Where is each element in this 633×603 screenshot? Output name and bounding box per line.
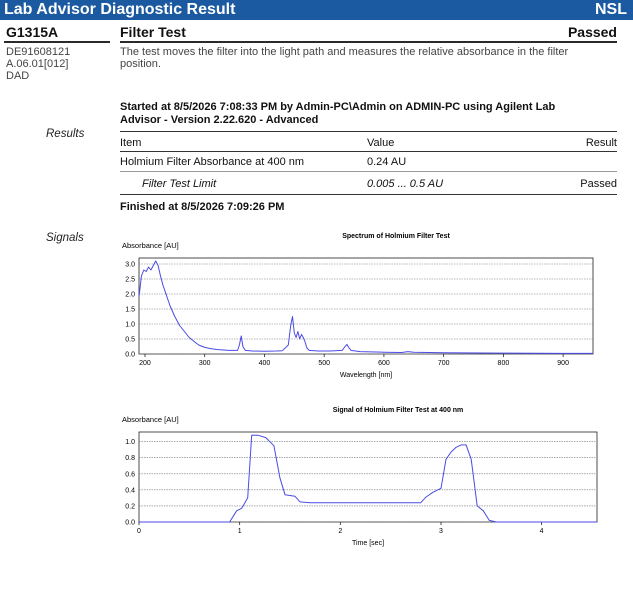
col-header-result: Result — [585, 137, 617, 149]
y-tick-label: 1.5 — [125, 307, 135, 314]
signals-section-label: Signals — [46, 232, 84, 244]
x-tick-label: 4 — [540, 528, 544, 535]
plot-frame — [138, 257, 594, 355]
y-tick-label: 0.0 — [125, 352, 135, 359]
x-tick-label: 900 — [557, 360, 569, 367]
y-tick-label: 0.4 — [125, 487, 135, 494]
module-serial: DE91608121 — [6, 46, 71, 58]
table-row-value: 0.24 AU — [367, 156, 407, 168]
test-rule — [120, 41, 617, 43]
results-section-label: Results — [46, 128, 85, 140]
y-tick-label: 0.8 — [125, 455, 135, 462]
x-axis-label: Wavelength [nm] — [340, 372, 392, 379]
test-name: Filter Test — [120, 24, 186, 40]
x-tick-label: 700 — [438, 360, 450, 367]
y-tick-label: 2.0 — [125, 292, 135, 299]
x-tick-label: 800 — [498, 360, 510, 367]
col-header-value: Value — [367, 137, 395, 149]
x-tick-label: 0 — [137, 528, 141, 535]
y-tick-label: 1.0 — [125, 322, 135, 329]
plot-frame — [138, 431, 598, 523]
y-tick-label: 3.0 — [125, 262, 135, 269]
x-tick-label: 3 — [439, 528, 443, 535]
y-tick-label: 0.0 — [125, 520, 135, 527]
series-line — [139, 434, 597, 523]
y-tick-label: 0.5 — [125, 337, 135, 344]
run-started: Started at 8/5/2026 7:08:33 PM by Admin-… — [120, 101, 556, 126]
signal-chart: Signal of Holmium Filter Test at 400 nm A… — [122, 407, 598, 547]
report-title: Lab Advisor Diagnostic Result — [4, 1, 236, 18]
y-tick-label: 0.2 — [125, 503, 135, 510]
x-tick-label: 400 — [259, 360, 271, 367]
chart-title: Spectrum of Holmium Filter Test — [342, 233, 450, 240]
x-tick-label: 300 — [199, 360, 211, 367]
chart-title: Signal of Holmium Filter Test at 400 nm — [333, 407, 464, 414]
y-tick-label: 0.6 — [125, 471, 135, 478]
y-axis-label: Absorbance [AU] — [122, 415, 179, 424]
module-firmware: A.06.01[012] — [6, 58, 69, 70]
x-tick-label: 500 — [318, 360, 330, 367]
series-line — [138, 260, 593, 354]
x-tick-label: 2 — [338, 528, 342, 535]
x-tick-label: 1 — [238, 528, 242, 535]
module-type: DAD — [6, 70, 30, 82]
site-code: NSL — [595, 1, 627, 18]
module-info: DE91608121 A.06.01[012] DAD — [6, 46, 70, 82]
x-axis-label: Time [sec] — [352, 540, 384, 547]
report-banner: Lab Advisor Diagnostic Result NSL — [0, 0, 633, 20]
module-rule — [4, 41, 110, 43]
x-tick-label: 200 — [139, 360, 151, 367]
table-row-item: Holmium Filter Absorbance at 400 nm — [120, 156, 305, 168]
table-row-value: 0.005 ... 0.5 AU — [367, 178, 444, 190]
test-description: The test moves the filter into the light… — [120, 46, 569, 70]
y-tick-label: 1.0 — [125, 439, 135, 446]
col-header-item: Item — [120, 137, 142, 149]
spectrum-chart: Spectrum of Holmium Filter Test Absorbanc… — [122, 233, 594, 379]
table-row-item: Filter Test Limit — [142, 178, 217, 190]
y-axis-label: Absorbance [AU] — [122, 241, 179, 250]
x-tick-label: 600 — [378, 360, 390, 367]
module-id: G1315A — [6, 24, 59, 40]
table-row-result: Passed — [580, 178, 617, 190]
run-finished: Finished at 8/5/2026 7:09:26 PM — [120, 201, 285, 213]
test-status: Passed — [567, 24, 617, 40]
y-tick-label: 2.5 — [125, 277, 135, 284]
